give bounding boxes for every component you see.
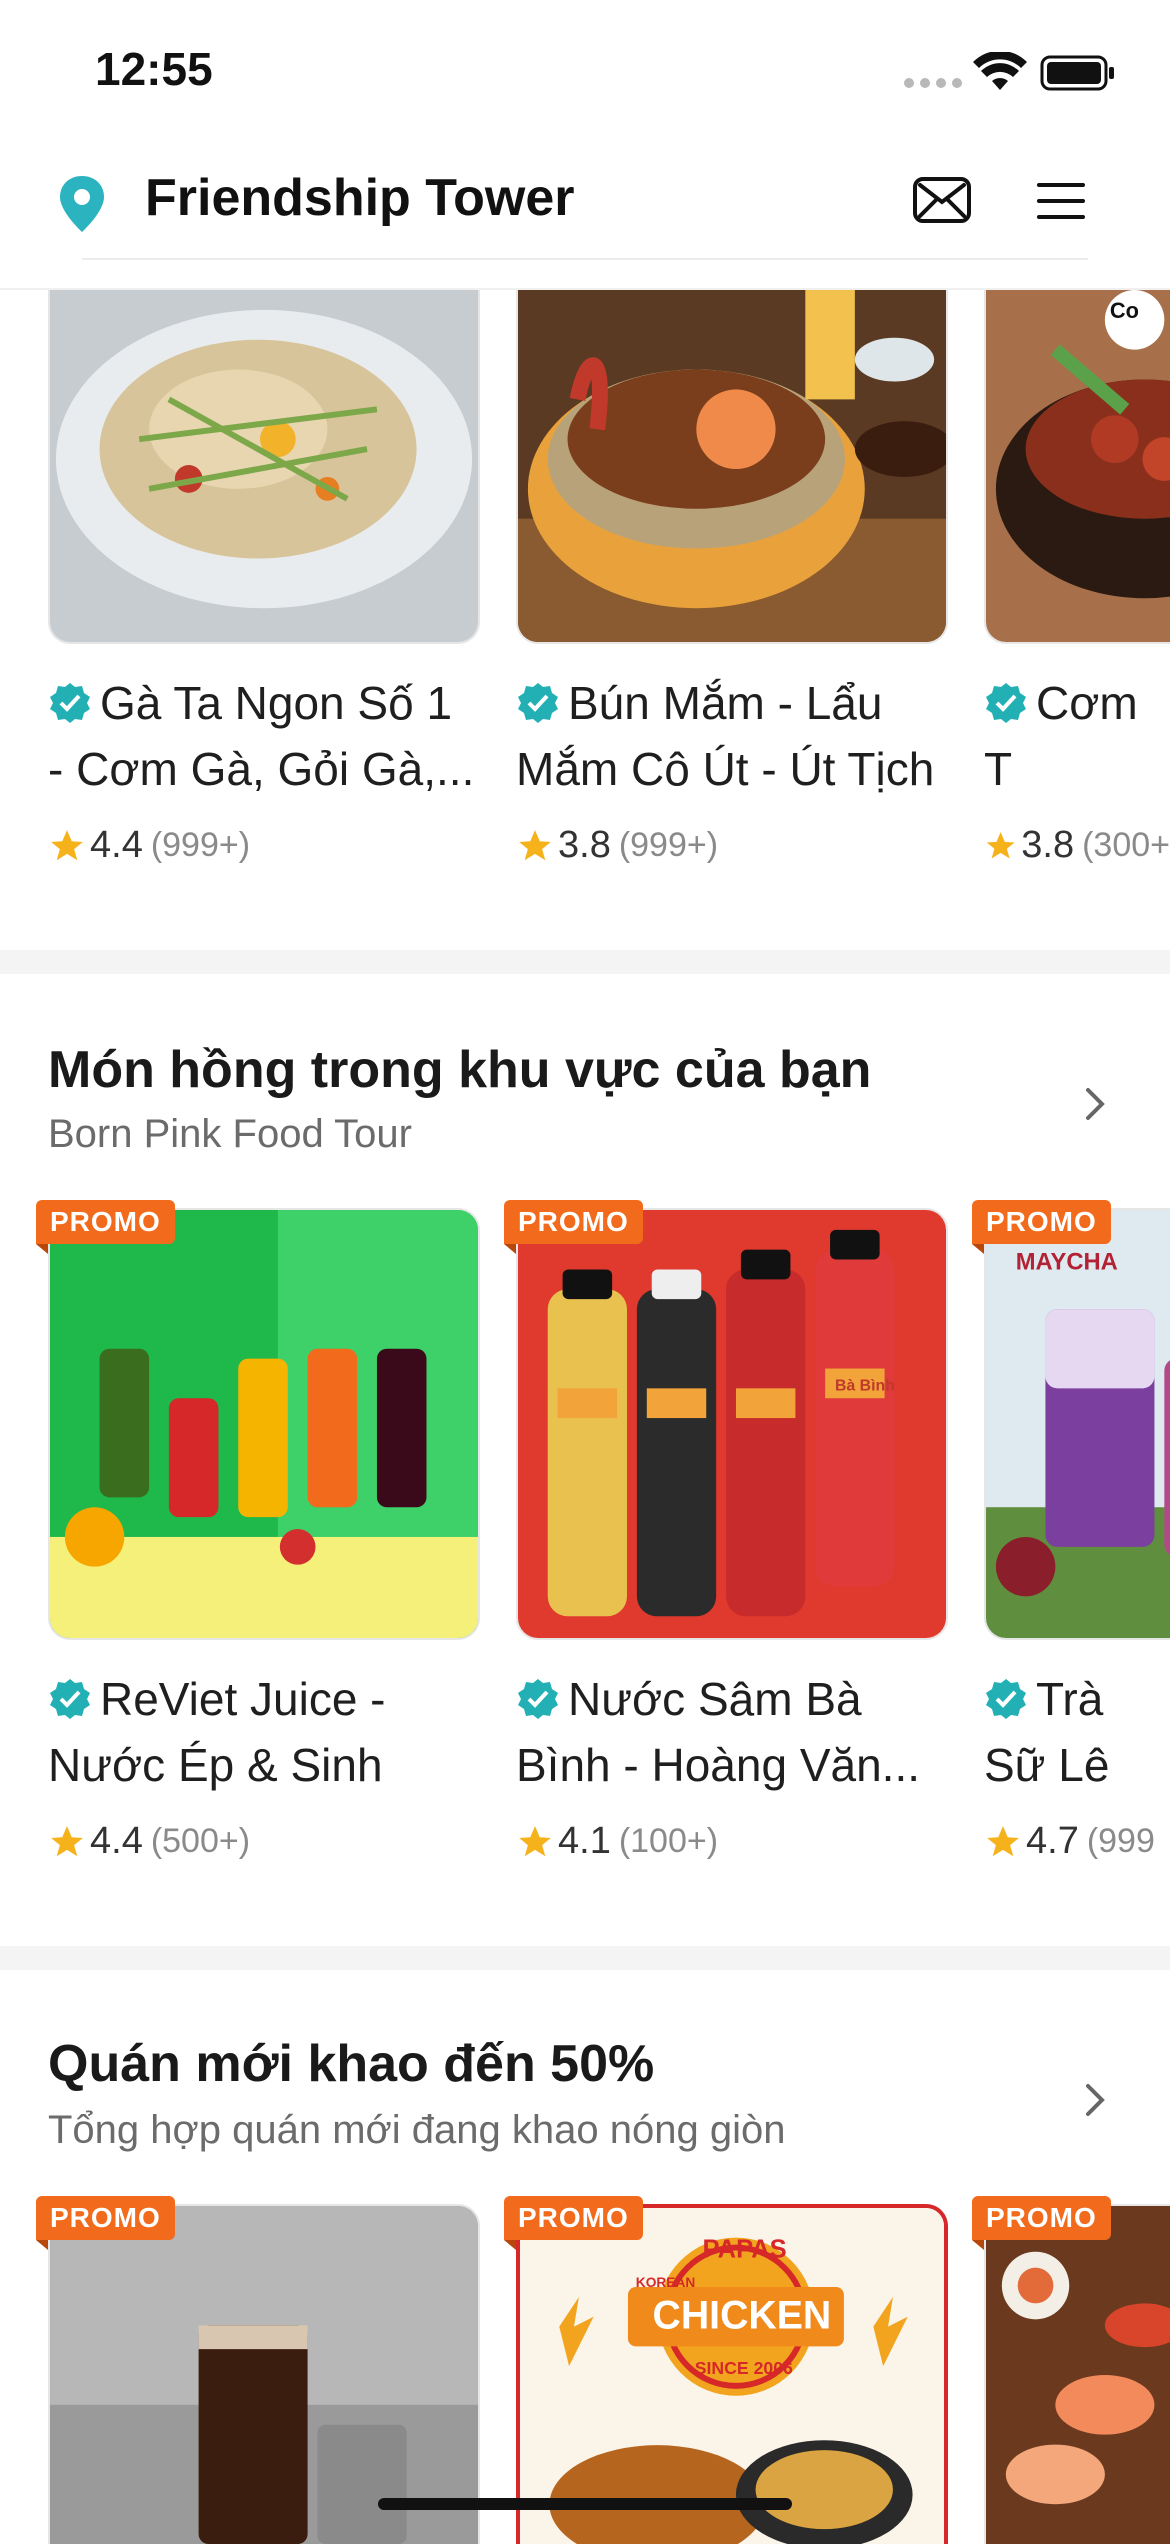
rating-value: 4.1 (558, 1820, 611, 1862)
restaurant-name-text: Bún Mắm - Lẩu Mắm Cô Út - Út Tịch (516, 677, 935, 795)
promo-badge: PROMO (36, 1200, 175, 1254)
rating-count: (999 (1086, 1822, 1155, 1860)
star-icon (987, 1825, 1019, 1856)
promo-badge: PROMO (972, 1200, 1111, 1254)
rating-count: (999+) (150, 826, 251, 864)
rating-value: 4.7 (1026, 1820, 1079, 1862)
verified-badge-icon (518, 1679, 558, 1719)
restaurant-image: Bà Bình (516, 1208, 948, 1640)
promo-badge: PROMO (504, 2196, 643, 2250)
rating-count: (500+) (150, 1822, 251, 1860)
status-bar: 12:55 (0, 0, 1170, 140)
home-indicator[interactable] (378, 2498, 792, 2510)
menu-icon[interactable] (1035, 180, 1087, 222)
rating: 3.8 (999+) (516, 824, 948, 867)
restaurant-card[interactable]: Gà Ta Ngon Số 1 - Cơm Gà, Gỏi Gà,... 4.4… (48, 290, 480, 867)
restaurant-card[interactable]: PROMO (972, 2196, 1170, 2544)
rating-count: (300+ (1082, 826, 1170, 864)
status-time: 12:55 (95, 43, 213, 95)
image-text-co: Co (1110, 298, 1139, 323)
verified-badge-icon (986, 1679, 1026, 1719)
rating: 4.4 (999+) (48, 824, 480, 867)
rating-count: (100+) (618, 1822, 719, 1860)
logo-main-text: CHICKEN (653, 2293, 832, 2337)
restaurant-image (48, 2204, 480, 2544)
image-text-ba-binh: Bà Bình (835, 1377, 895, 1394)
restaurant-card[interactable]: PROMO PAPAS KOREAN CHICKEN SINCE 2006 (504, 2196, 948, 2544)
restaurant-image-clip: MAYCHA (984, 1208, 1170, 1640)
restaurant-card[interactable]: Bún Mắm - Lẩu Mắm Cô Út - Út Tịch 3.8 (99… (516, 290, 948, 867)
header-divider (82, 258, 1088, 260)
chevron-right-icon[interactable] (1080, 1082, 1110, 1126)
restaurant-card[interactable]: PROMO Bà Bình Nước Sâm Bà Bình - Hoàng V… (504, 1200, 948, 1863)
inbox-icon[interactable] (912, 176, 972, 224)
verified-badge-icon (50, 1679, 90, 1719)
promo-badge: PROMO (36, 2196, 175, 2250)
section-title: Quán mới khao đến 50% (48, 2035, 655, 2093)
location-pin-icon[interactable] (58, 174, 106, 234)
star-icon (519, 829, 551, 860)
section-title: Món hồng trong khu vực của bạn (48, 1041, 872, 1099)
wifi-icon (973, 52, 1027, 90)
restaurant-image (984, 2204, 1170, 2544)
restaurant-name: Nước Sâm Bà Bình - Hoàng Văn... (516, 1666, 948, 1798)
rating: 4.4 (500+) (48, 1820, 480, 1863)
restaurant-card[interactable]: Co Cơm T Nguyễn - 3.8(300+ (984, 290, 1170, 867)
rating: 4.7 (999 (984, 1820, 1170, 1863)
promo-badge: PROMO (972, 2196, 1111, 2250)
logo-bottom-text: SINCE 2006 (695, 2358, 793, 2378)
rating: 4.1 (100+) (516, 1820, 948, 1863)
logo-side-text: KOREAN (636, 2275, 696, 2290)
cellular-signal-icon (904, 78, 962, 88)
restaurant-image: MAYCHA (984, 1208, 1170, 1640)
star-icon (51, 829, 83, 860)
star-icon (51, 1825, 83, 1856)
restaurant-card[interactable]: PROMO ReViet Juice - Nước Ép & Sinh Tố..… (36, 1200, 480, 1863)
rating-value: 4.4 (90, 1820, 143, 1862)
rating-value: 3.8 (558, 824, 611, 866)
section-divider (0, 1946, 1170, 1970)
restaurant-name-text: Nước Sâm Bà Bình - Hoàng Văn... (516, 1673, 921, 1791)
verified-badge-icon (50, 683, 90, 723)
restaurant-image (516, 290, 948, 644)
restaurant-name: Cơm T Nguyễn - (984, 670, 1170, 802)
app-header: Friendship Tower (0, 140, 1170, 290)
restaurant-name: Trà Sữ Lê Văn S (984, 1666, 1170, 1798)
location-title[interactable]: Friendship Tower (145, 168, 575, 228)
chevron-right-icon[interactable] (1080, 2078, 1110, 2122)
battery-icon (1040, 55, 1114, 91)
section-subtitle: Born Pink Food Tour (48, 1112, 412, 1156)
restaurant-image: Co (984, 290, 1170, 644)
restaurant-card[interactable]: PROMO (36, 2196, 480, 2544)
restaurant-name: Bún Mắm - Lẩu Mắm Cô Út - Út Tịch (516, 670, 948, 802)
section-subtitle: Tổng hợp quán mới đang khao nóng giòn (48, 2108, 786, 2152)
rating-count: (999+) (618, 826, 719, 864)
restaurant-name-text: Gà Ta Ngon Số 1 - Cơm Gà, Gỏi Gà,... (48, 677, 475, 795)
restaurant-name: Gà Ta Ngon Số 1 - Cơm Gà, Gỏi Gà,... (48, 670, 480, 802)
rating-value: 4.4 (90, 824, 143, 866)
restaurant-image (48, 290, 480, 644)
rating-value: 3.8 (1021, 824, 1075, 866)
star-icon (519, 1825, 551, 1856)
verified-badge-icon (518, 683, 558, 723)
image-text-maycha: MAYCHA (1016, 1248, 1118, 1275)
promo-badge: PROMO (504, 1200, 643, 1254)
star-icon (986, 831, 1015, 858)
restaurant-image: PAPAS KOREAN CHICKEN SINCE 2006 (516, 2204, 948, 2544)
verified-badge-icon (986, 683, 1026, 723)
restaurant-name: ReViet Juice - Nước Ép & Sinh Tố... (48, 1666, 480, 1798)
restaurant-name-text: ReViet Juice - Nước Ép & Sinh Tố... (48, 1673, 386, 1791)
restaurant-card[interactable]: PROMO MAYCHA Trà Sữ Lê Văn S 4.7(999 (972, 1200, 1170, 1863)
section-divider (0, 950, 1170, 974)
rating: 3.8 (300+ (984, 824, 1170, 867)
restaurant-image-clip (984, 2204, 1170, 2544)
restaurant-image (48, 1208, 480, 1640)
logo-top-text: PAPAS (703, 2235, 787, 2263)
